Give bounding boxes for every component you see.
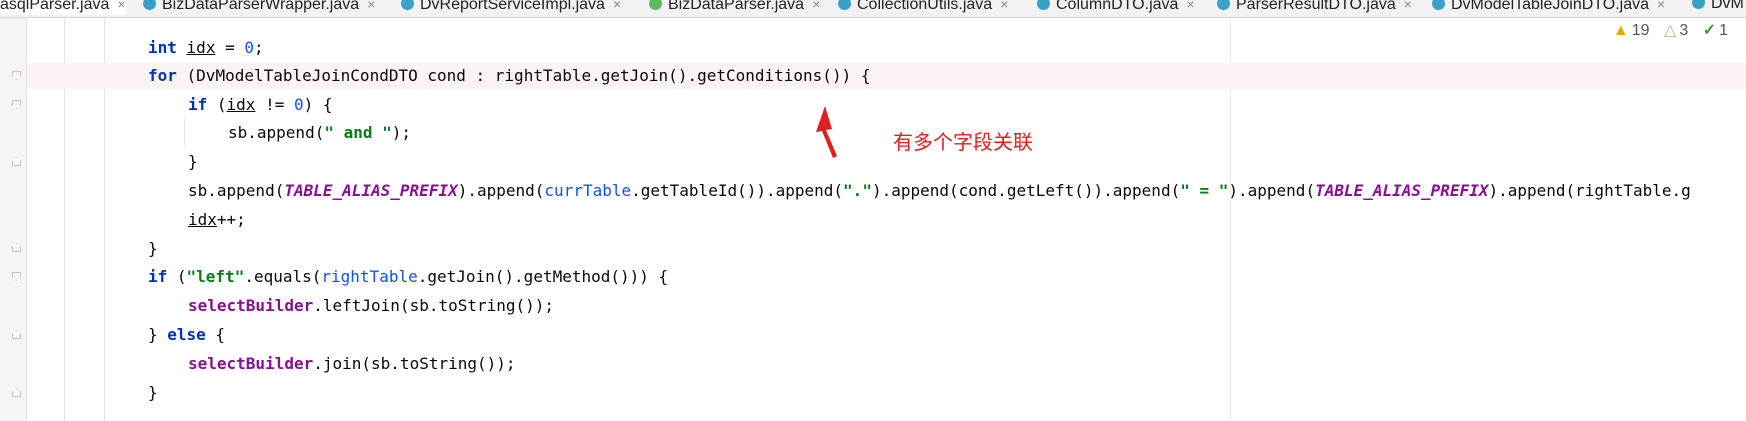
code-line-8[interactable]: } xyxy=(148,236,158,262)
close-icon[interactable]: × xyxy=(1186,0,1194,12)
close-icon[interactable]: × xyxy=(367,0,375,12)
editor-gutter xyxy=(0,18,27,421)
inspection-widget[interactable]: ▲ 19 △ 3 ✓ 1 xyxy=(1603,20,1728,40)
code-line-1[interactable]: int idx = 0; xyxy=(148,35,264,61)
warning-count: 19 xyxy=(1631,22,1650,39)
editor-tab-bar: asqlParser.java × BizDataParserWrapper.ja… xyxy=(0,0,1746,18)
code-line-3[interactable]: if (idx != 0) { xyxy=(188,92,333,118)
tab-dvmodeltablejoindto[interactable]: DvModelTableJoinDTO.java × xyxy=(1432,0,1665,15)
weak-warning-icon: △ xyxy=(1664,22,1677,39)
close-icon[interactable]: × xyxy=(1404,0,1412,12)
close-icon[interactable]: × xyxy=(1657,0,1665,12)
class-icon xyxy=(1432,0,1445,11)
tab-bizdataparserwrapper[interactable]: BizDataParserWrapper.java × xyxy=(143,0,375,15)
code-line-6[interactable]: sb.append(TABLE_ALIAS_PREFIX).append(cur… xyxy=(188,178,1691,204)
code-line-7[interactable]: idx++; xyxy=(188,207,246,233)
tab-columndto[interactable]: ColumnDTO.java × xyxy=(1037,0,1195,15)
close-icon[interactable]: × xyxy=(1000,0,1008,12)
tab-parserresultdto[interactable]: ParserResultDTO.java × xyxy=(1217,0,1412,15)
warning-triangle-icon: ▲ xyxy=(1612,22,1629,39)
annotation-text: 有多个字段关联 xyxy=(893,132,1033,154)
class-icon xyxy=(838,0,851,11)
annotation-arrow-icon xyxy=(816,106,837,158)
tab-collectionutils[interactable]: CollectionUtils.java × xyxy=(838,0,1008,15)
code-line-11[interactable]: } else { xyxy=(148,322,225,348)
code-line-9[interactable]: if ("left".equals(rightTable.getJoin().g… xyxy=(148,264,668,290)
class-icon xyxy=(143,0,156,11)
indent-guide xyxy=(184,118,185,146)
close-icon[interactable]: × xyxy=(613,0,621,12)
close-icon[interactable]: × xyxy=(117,0,125,12)
class-icon xyxy=(1037,0,1050,11)
code-line-12[interactable]: selectBuilder.join(sb.toString()); xyxy=(188,351,516,377)
tab-dvreportserviceimpl[interactable]: DvReportServiceImpl.java × xyxy=(401,0,621,15)
code-line-5[interactable]: } xyxy=(188,149,198,175)
code-line-10[interactable]: selectBuilder.leftJoin(sb.toString()); xyxy=(188,293,554,319)
interface-icon xyxy=(649,0,662,11)
tab-dvm[interactable]: DvM xyxy=(1692,0,1744,15)
checkmark-icon: ✓ xyxy=(1702,22,1717,39)
class-icon xyxy=(1692,0,1705,10)
code-line-2[interactable]: for (DvModelTableJoinCondDTO cond : righ… xyxy=(148,63,870,89)
code-line-4[interactable]: sb.append(" and "); xyxy=(228,120,411,146)
class-icon xyxy=(401,0,414,11)
tab-asqlparser[interactable]: asqlParser.java × xyxy=(0,0,126,15)
ok-count: 1 xyxy=(1719,22,1728,39)
tab-bizdataparser[interactable]: BizDataParser.java × xyxy=(649,0,820,15)
code-line-13[interactable]: } xyxy=(148,380,158,406)
close-icon[interactable]: × xyxy=(812,0,820,12)
weak-warning-count: 3 xyxy=(1679,22,1689,39)
class-icon xyxy=(1217,0,1230,11)
